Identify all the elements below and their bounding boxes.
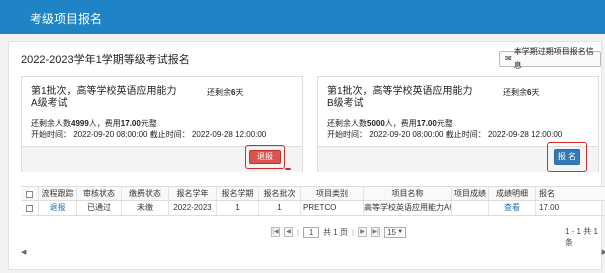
- card-title: 第1批次，高等学校英语应用能力B级考试: [327, 86, 473, 109]
- next-page-icon[interactable]: ▶: [358, 227, 368, 237]
- col-header[interactable]: 报名学期: [217, 187, 259, 200]
- select-all-checkbox[interactable]: [21, 187, 39, 200]
- withdraw-link[interactable]: 退报: [39, 201, 77, 215]
- highlight-box-withdraw: [245, 145, 285, 169]
- col-header[interactable]: 项目类别: [301, 187, 364, 200]
- horizontal-scrollbar[interactable]: ◀ ▶: [21, 248, 605, 256]
- col-header[interactable]: 成绩明细: [489, 187, 536, 200]
- semester: 1: [217, 201, 259, 215]
- col-header[interactable]: 缴费状态: [122, 187, 169, 200]
- item-name: 高等学校英语应用能力A级: [364, 201, 452, 215]
- score-detail-link[interactable]: 查看: [489, 201, 536, 215]
- page-title: 2022-2023学年1学期等级考试报名: [21, 54, 190, 66]
- page-total: 共 1 页: [323, 227, 348, 237]
- page-input[interactable]: 1: [303, 226, 320, 238]
- seat-fee-info: 还剩余人数4999人，费用17.00元整: [31, 119, 157, 128]
- table-row: 退报 已通过 未缴 2022-2023 1 1 PRETCO 高等学校英语应用能…: [21, 201, 605, 216]
- exam-time: 开始时间： 2022-09-20 08:00:00 截止时间： 2022-09-…: [31, 130, 267, 139]
- highlight-box-register: [547, 142, 587, 172]
- scroll-left-icon[interactable]: ◀: [21, 248, 26, 256]
- past-items-label: 本学期过期项目报名信息: [513, 47, 594, 70]
- highlight-mark: [285, 168, 291, 170]
- remaining-days: 还剩余6天: [207, 88, 244, 97]
- remaining-days: 还剩余6天: [503, 88, 540, 97]
- exam-time: 开始时间： 2022-09-20 08:00:00 截止时间： 2022-09-…: [327, 130, 563, 139]
- pagination: |◀ ◀ | 1 共 1 页 | ▶ ▶| 15 ▼: [271, 225, 407, 239]
- pager-divider: |: [297, 227, 300, 237]
- col-header[interactable]: 项目名称: [364, 187, 452, 200]
- col-header[interactable]: 报名批次: [259, 187, 301, 200]
- record-count: 1 - 1 共 1 条: [565, 227, 598, 247]
- page-size-select[interactable]: 15 ▼: [384, 226, 407, 238]
- last-page-icon[interactable]: ▶|: [371, 227, 381, 237]
- col-header[interactable]: 报名: [536, 187, 565, 200]
- first-page-icon[interactable]: |◀: [271, 227, 280, 237]
- col-header[interactable]: 审核状态: [77, 187, 122, 200]
- table-header: 流程跟踪 审核状态 缴费状态 报名学年 报名学期 报名批次 项目类别 项目名称 …: [21, 186, 605, 201]
- main-panel: 2022-2023学年1学期等级考试报名 ✉ 本学期过期项目报名信息 第1批次，…: [8, 41, 605, 270]
- row-checkbox[interactable]: [21, 201, 39, 215]
- fee-cell: 17.00: [539, 203, 560, 212]
- past-items-button[interactable]: ✉ 本学期过期项目报名信息: [499, 47, 601, 70]
- scroll-right-icon[interactable]: ▶: [602, 248, 605, 256]
- audit-status: 已通过: [77, 201, 122, 215]
- top-bar: 考级项目报名: [0, 0, 605, 34]
- seat-fee-info: 还剩余人数5000人，费用17.00元整: [327, 119, 453, 128]
- col-header[interactable]: 流程跟踪: [39, 187, 77, 200]
- batch: 1: [259, 201, 301, 215]
- col-header[interactable]: 项目成绩: [452, 187, 489, 200]
- item-category: PRETCO: [301, 201, 364, 215]
- pager-divider: |: [351, 227, 355, 237]
- card-title: 第1批次，高等学校英语应用能力A级考试: [31, 86, 177, 109]
- prev-page-icon[interactable]: ◀: [284, 227, 293, 237]
- school-year: 2022-2023: [169, 201, 217, 215]
- envelope-icon: ✉: [505, 54, 512, 63]
- chevron-down-icon: ▼: [397, 228, 404, 235]
- app-title: 考级项目报名: [30, 12, 103, 26]
- col-header[interactable]: 报名学年: [169, 187, 217, 200]
- payment-status: 未缴: [122, 201, 169, 215]
- item-score: [452, 201, 489, 215]
